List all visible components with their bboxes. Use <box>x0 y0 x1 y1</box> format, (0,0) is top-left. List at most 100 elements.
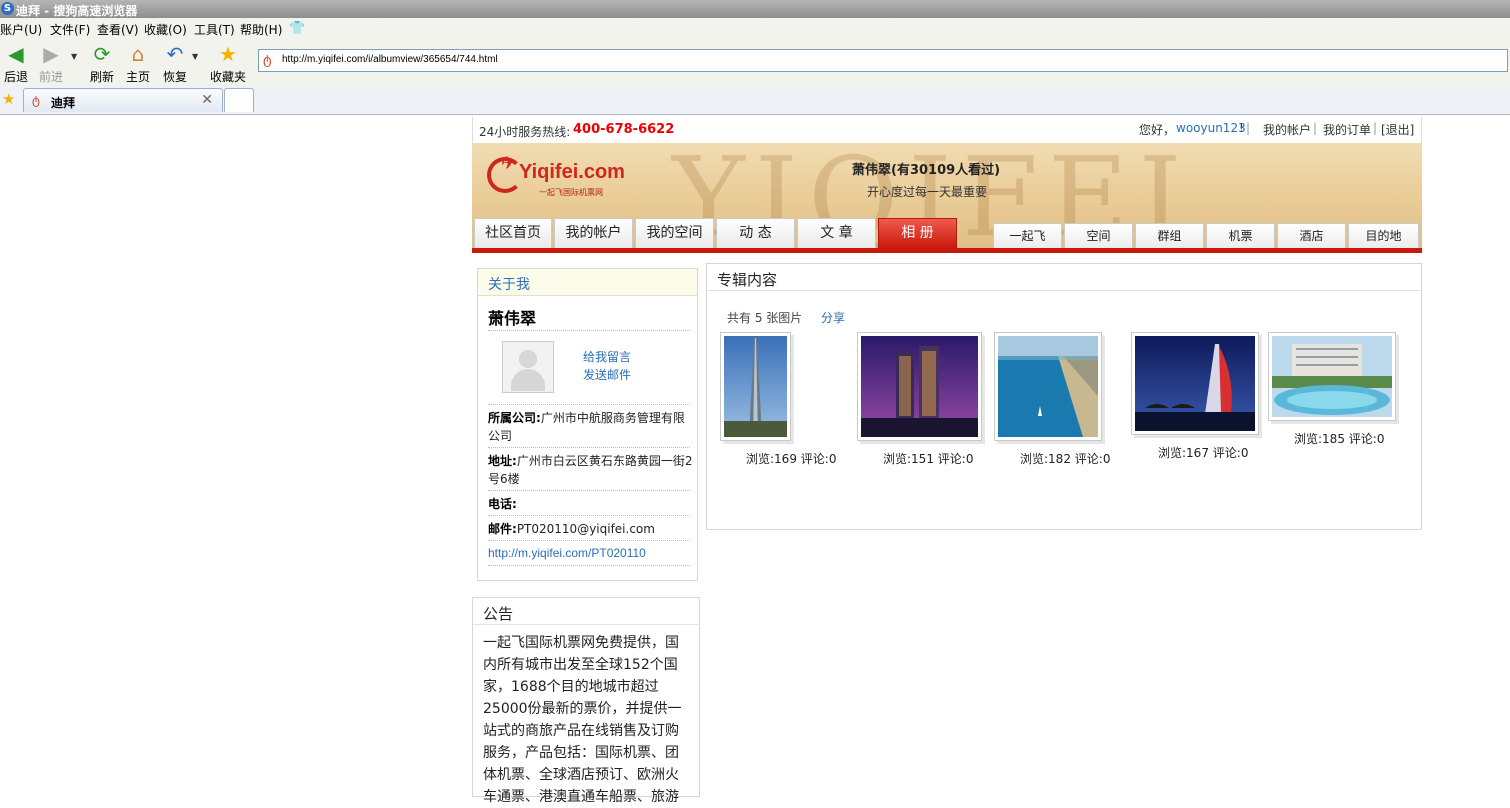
leave-message-link[interactable]: 给我留言 <box>583 348 631 365</box>
email-field: 邮件:PT020110@yiqifei.com <box>488 520 693 538</box>
nav-destinations[interactable]: 目的地 <box>1348 223 1419 248</box>
nav-flights[interactable]: 机票 <box>1206 223 1275 248</box>
site-favicon-icon: ტ <box>263 53 272 68</box>
page-title: 萧伟翠(有30109人看过) <box>852 163 1001 178</box>
divider <box>488 404 690 405</box>
avatar[interactable] <box>502 341 554 393</box>
notice-title: 公告 <box>483 605 514 623</box>
about-title: 关于我 <box>488 277 530 293</box>
company-field: 所属公司:广州市中航服商务管理有限公司 <box>488 409 693 445</box>
home-button[interactable]: ⌂ 主页 <box>118 42 158 85</box>
photo-stats: 浏览:167 评论:0 <box>1158 446 1249 460</box>
top-info-bar: 24小时服务热线: 400-678-6622 您好， wooyun123 ! |… <box>472 117 1422 143</box>
about-header: 关于我 <box>478 269 697 296</box>
menu-favorites[interactable]: 收藏(O) <box>144 21 187 38</box>
nav-groups[interactable]: 群组 <box>1135 223 1204 248</box>
greeting-bang: ! <box>1239 121 1244 135</box>
avatar-head-icon <box>519 350 537 368</box>
notice-header: 公告 <box>473 598 699 625</box>
menu-account[interactable]: 账户(U) <box>0 21 42 38</box>
forward-arrow-icon: ▶ <box>43 42 59 66</box>
address-url[interactable]: http://m.yiqifei.com/i/albumview/365654/… <box>282 54 498 65</box>
hotline-number: 400-678-6622 <box>573 122 675 137</box>
favorites-star-icon[interactable]: ★ <box>2 90 15 108</box>
nav-albums[interactable]: 相 册 <box>878 218 957 248</box>
restore-button[interactable]: ↶ 恢复 ▼ <box>155 42 198 85</box>
homepage-link[interactable]: http://m.yiqifei.com/PT020110 <box>488 546 646 560</box>
divider <box>488 330 690 331</box>
photo-stats: 浏览:169 评论:0 <box>746 452 837 466</box>
album-title: 专辑内容 <box>717 271 778 289</box>
profile-name: 萧伟翠 <box>488 309 537 328</box>
nav-my-space[interactable]: 我的空间 <box>635 218 714 248</box>
divider <box>488 565 690 566</box>
nav-hotels[interactable]: 酒店 <box>1277 223 1346 248</box>
address-bar[interactable]: ტ http://m.yiqifei.com/i/albumview/36565… <box>258 49 1508 72</box>
logo-subtitle: 一起飞国际机票网 <box>539 188 603 197</box>
photo-stats: 浏览:182 评论:0 <box>1020 452 1111 466</box>
email-value: PT020110@yiqifei.com <box>516 522 655 536</box>
yiqifei-logo[interactable]: ✈ Yiqifei.com 一起飞国际机票网 <box>487 153 637 203</box>
phone-field: 电话: <box>488 495 693 513</box>
divider <box>488 490 690 491</box>
menu-file[interactable]: 文件(F) <box>50 21 90 38</box>
tab-label: 迪拜 <box>51 96 76 110</box>
photo-thumbnail[interactable] <box>1131 332 1259 435</box>
nav-community-home[interactable]: 社区首页 <box>474 218 552 248</box>
new-tab-button[interactable] <box>224 88 254 112</box>
restore-dropdown-icon[interactable]: ▼ <box>192 52 198 61</box>
my-orders-link[interactable]: 我的订单 <box>1323 121 1371 138</box>
photo-stats: 浏览:151 评论:0 <box>883 452 974 466</box>
forward-dropdown-icon[interactable]: ▼ <box>71 52 77 61</box>
menu-tools[interactable]: 工具(T) <box>194 21 235 38</box>
photo-thumbnail[interactable] <box>857 332 982 441</box>
favorites-button[interactable]: ★ 收藏夹 <box>208 42 248 85</box>
photo-count: 共有 5 张图片 <box>727 311 803 325</box>
about-me-panel: 关于我 萧伟翠 给我留言 发送邮件 所属公司:广州市中航服商务管理有限公司 地址… <box>477 268 698 581</box>
logo-brand-text: Yiqifei.com <box>519 161 625 183</box>
towers-night-photo <box>861 336 978 437</box>
profile-motto: 开心度过每一天最重要 <box>867 185 988 199</box>
divider <box>488 515 690 516</box>
nav-articles[interactable]: 文 章 <box>797 218 876 248</box>
tab-close-icon[interactable]: ✕ <box>201 92 213 108</box>
home-icon: ⌂ <box>131 42 145 66</box>
refresh-icon: ⟳ <box>93 42 111 66</box>
nav-my-account[interactable]: 我的帐户 <box>554 218 633 248</box>
share-link[interactable]: 分享 <box>821 309 845 326</box>
address-label: 地址: <box>488 454 517 468</box>
username-link[interactable]: wooyun123 <box>1176 121 1246 135</box>
nav-space[interactable]: 空间 <box>1064 223 1133 248</box>
email-label: 邮件: <box>488 522 517 536</box>
photo-thumbnail[interactable] <box>1268 332 1396 421</box>
burj-al-arab-photo <box>1135 336 1255 431</box>
address-field: 地址:广州市白云区黄石东路黄园一街2号6楼 <box>488 452 693 488</box>
tab-dubai[interactable]: ტ 迪拜 ✕ <box>23 88 223 112</box>
skin-shirt-icon[interactable]: 👕 <box>289 21 305 36</box>
burj-khalifa-photo <box>724 336 787 437</box>
photo-stats: 浏览:185 评论:0 <box>1294 432 1385 446</box>
forward-button[interactable]: ▶ 前进 ▼ <box>31 42 77 85</box>
photo-thumbnail[interactable] <box>994 332 1102 441</box>
my-account-link[interactable]: 我的帐户 <box>1263 121 1311 138</box>
refresh-button[interactable]: ⟳ 刷新 <box>82 42 122 85</box>
menu-view[interactable]: 查看(V) <box>97 21 139 38</box>
menu-help[interactable]: 帮助(H) <box>240 21 282 38</box>
tab-bar: ★ ტ 迪拜 ✕ <box>0 86 1510 115</box>
photo-thumbnail[interactable] <box>720 332 791 441</box>
send-mail-link[interactable]: 发送邮件 <box>583 366 631 383</box>
menu-bar: 账户(U) 文件(F) 查看(V) 收藏(O) 工具(T) 帮助(H) 👕 <box>0 18 1510 40</box>
site-header: YIQIFEI ✈ Yiqifei.com 一起飞国际机票网 萧伟翠(有3010… <box>472 143 1422 253</box>
separator: | <box>1313 121 1318 135</box>
sogou-logo-icon: S <box>1 2 14 15</box>
resort-pool-photo <box>1272 336 1392 417</box>
coastline-aerial-photo <box>998 336 1098 437</box>
hotline-label: 24小时服务热线: <box>479 125 571 139</box>
nav-yiqifei[interactable]: 一起飞 <box>993 223 1062 248</box>
divider <box>488 447 690 448</box>
nav-dynamics[interactable]: 动 态 <box>716 218 795 248</box>
undo-icon: ↶ <box>166 42 184 66</box>
logout-link[interactable]: [退出] <box>1381 121 1414 138</box>
notice-panel: 公告 一起飞国际机票网免费提供，国内所有城市出发至全球152个国家，1688个目… <box>472 597 700 805</box>
window-titlebar: S 迪拜 - 搜狗高速浏览器 <box>0 0 1510 18</box>
